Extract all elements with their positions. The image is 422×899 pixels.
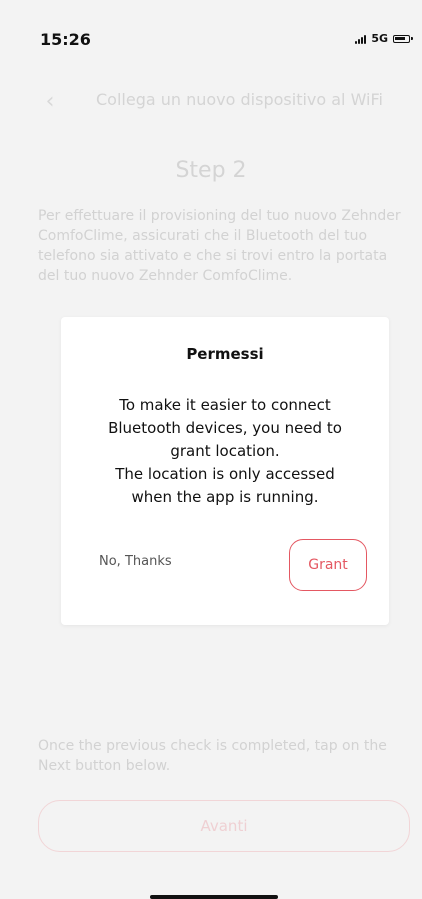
dialog-message-line: grant location.: [170, 442, 280, 460]
intro-text: Per effettuare il provisioning del tuo n…: [38, 208, 401, 284]
permission-dialog: Permessi To make it easier to connect Bl…: [61, 317, 389, 625]
step-title: Step 2: [175, 158, 247, 183]
grant-button[interactable]: Grant: [289, 539, 367, 591]
next-button[interactable]: Avanti: [38, 800, 410, 852]
page-title: Collega un nuovo dispositivo al WiFi: [96, 90, 383, 109]
dialog-title: Permessi: [186, 345, 264, 363]
status-bar: 15:26 5G: [0, 0, 422, 70]
dialog-message-line: To make it easier to connect: [119, 396, 331, 414]
screen: 15:26 5G ‹ Collega un nuovo dispositivo …: [0, 0, 422, 899]
dialog-message: To make it easier to connect Bluetooth d…: [77, 394, 373, 509]
dialog-message-line: when the app is running.: [131, 488, 319, 506]
no-thanks-button[interactable]: No, Thanks: [99, 554, 172, 569]
dialog-message-line: Bluetooth devices, you need to: [108, 419, 342, 437]
dialog-message-line: The location is only accessed: [115, 465, 335, 483]
chevron-left-icon: ‹: [45, 88, 55, 114]
signal-icon: [355, 34, 367, 44]
home-indicator: [150, 895, 278, 899]
network-type: 5G: [371, 32, 388, 45]
status-indicators: 5G: [355, 32, 413, 45]
status-time: 15:26: [40, 30, 91, 49]
back-button[interactable]: ‹: [38, 86, 62, 116]
instruction-text: Once the previous check is completed, ta…: [38, 738, 387, 774]
battery-icon: [393, 34, 413, 43]
